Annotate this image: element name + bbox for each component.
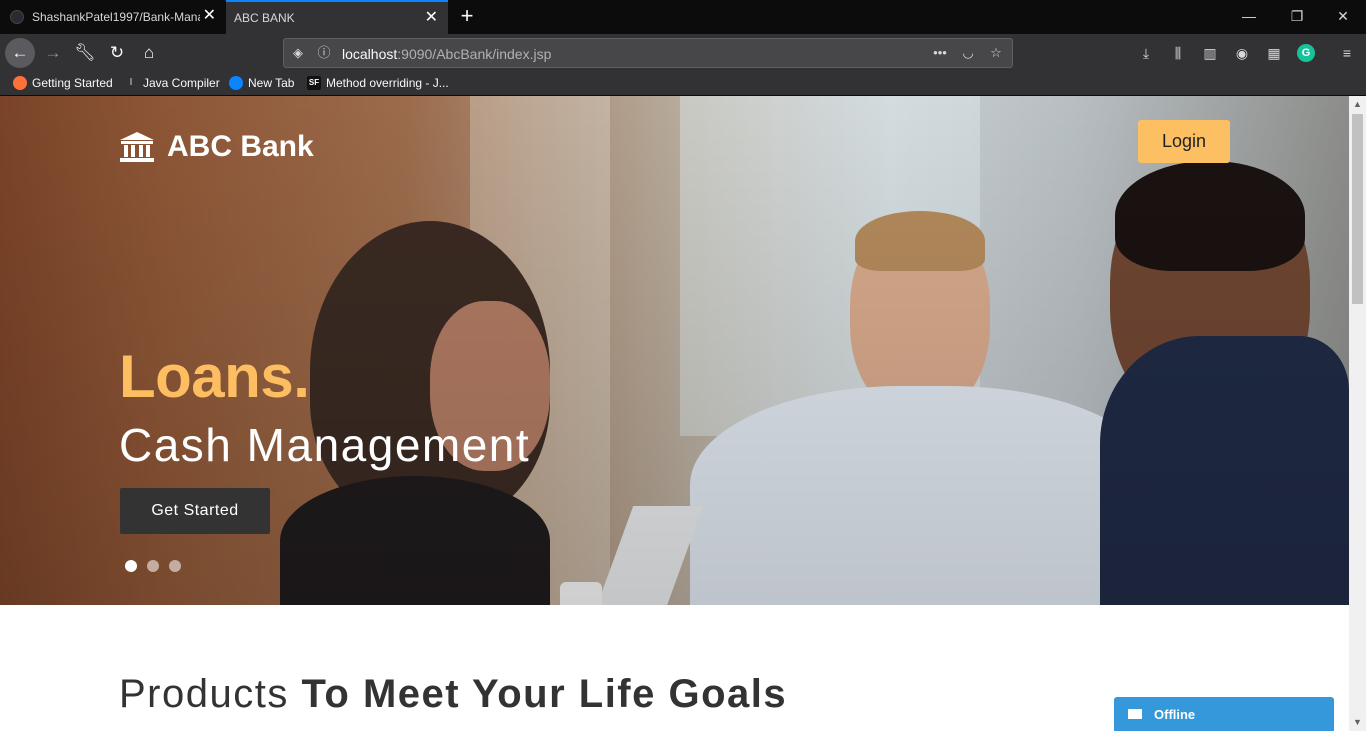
mail-icon <box>1128 709 1142 719</box>
scroll-down-icon[interactable]: ▼ <box>1349 714 1366 731</box>
hero-headline: Loans. <box>119 343 310 410</box>
download-icon[interactable]: ⤓ <box>1137 44 1155 62</box>
reload-button[interactable]: ↻ <box>102 38 132 68</box>
menu-icon[interactable]: ≡ <box>1338 44 1356 62</box>
bookmark-label: Getting Started <box>32 76 113 90</box>
firefox-icon <box>229 76 243 90</box>
tab-abc-bank[interactable]: ABC BANK ✕ <box>226 0 448 34</box>
hero-carousel: ABC Bank Login Loans. Cash Management Ge… <box>0 96 1349 605</box>
bookmark-java-compiler[interactable]: I Java Compiler <box>124 76 220 90</box>
pocket-icon[interactable]: ◡ <box>960 45 976 61</box>
get-started-button[interactable]: Get Started <box>120 488 270 534</box>
bookmarks-bar: Getting Started I Java Compiler New Tab … <box>0 72 1366 96</box>
url-text[interactable]: localhost:9090/AbcBank/index.jsp <box>342 46 551 62</box>
library-icon[interactable]: ⫼ <box>1169 44 1187 62</box>
restore-icon[interactable]: ❐ <box>1288 7 1306 25</box>
close-icon[interactable]: ✕ <box>203 8 216 24</box>
tab-bar: ShashankPatel1997/Bank-Management ✕ ABC … <box>0 0 1366 34</box>
sidebar-icon[interactable]: ▥ <box>1201 44 1219 62</box>
tab-title: ShashankPatel1997/Bank-Management <box>32 10 200 24</box>
shield-icon[interactable]: ◈ <box>290 45 306 61</box>
chat-widget[interactable]: Offline <box>1114 697 1334 731</box>
bookmark-label: New Tab <box>248 76 295 90</box>
account-icon[interactable]: ◉ <box>1233 44 1251 62</box>
carousel-dot-1[interactable] <box>125 560 137 572</box>
forward-button[interactable]: → <box>38 38 68 68</box>
bookmark-method-overriding[interactable]: SF Method overriding - J... <box>307 76 449 90</box>
chat-status: Offline <box>1154 706 1196 722</box>
window-close-icon[interactable]: ✕ <box>1334 7 1352 25</box>
github-icon <box>10 10 24 24</box>
scroll-thumb[interactable] <box>1352 114 1363 304</box>
products-heading-light: Products <box>119 672 302 716</box>
sf-icon: SF <box>307 76 321 90</box>
bookmark-getting-started[interactable]: Getting Started <box>13 76 113 90</box>
url-bar[interactable]: ◈ ⓘ localhost:9090/AbcBank/index.jsp •••… <box>283 38 1013 68</box>
bookmark-label: Method overriding - J... <box>326 76 449 90</box>
extension-icon[interactable]: ▦ <box>1265 44 1283 62</box>
bookmark-label: Java Compiler <box>143 76 220 90</box>
firefox-icon <box>13 76 27 90</box>
hero-subheadline: Cash Management <box>119 419 531 471</box>
login-button[interactable]: Login <box>1138 120 1230 163</box>
home-button[interactable]: ⌂ <box>134 38 164 68</box>
scroll-up-icon[interactable]: ▲ <box>1349 96 1366 113</box>
close-icon[interactable]: ✕ <box>425 10 438 26</box>
brand-name: ABC Bank <box>167 130 314 163</box>
more-actions-icon[interactable]: ••• <box>932 45 948 61</box>
brand-logo[interactable]: ABC Bank <box>119 130 314 164</box>
grammarly-icon[interactable]: G <box>1297 44 1315 62</box>
url-host: localhost <box>342 46 398 62</box>
bookmark-star-icon[interactable]: ☆ <box>988 45 1004 61</box>
bookmark-new-tab[interactable]: New Tab <box>229 76 294 90</box>
navigation-toolbar: ← → 🔧︎ ↻ ⌂ ◈ ⓘ localhost:9090/AbcBank/in… <box>0 34 1366 72</box>
text-cursor-icon: I <box>129 77 133 88</box>
bank-icon <box>120 132 154 162</box>
products-heading: Products To Meet Your Life Goals <box>119 672 787 717</box>
tab-github[interactable]: ShashankPatel1997/Bank-Management ✕ <box>0 0 226 34</box>
carousel-dot-2[interactable] <box>147 560 159 572</box>
new-tab-button[interactable]: + <box>456 5 478 27</box>
page-viewport: ABC Bank Login Loans. Cash Management Ge… <box>0 96 1349 731</box>
minimize-icon[interactable]: — <box>1240 7 1258 25</box>
info-icon[interactable]: ⓘ <box>316 45 332 61</box>
products-heading-bold: To Meet Your Life Goals <box>301 672 788 716</box>
wrench-icon[interactable]: 🔧︎ <box>70 38 100 68</box>
tab-title: ABC BANK <box>234 11 295 25</box>
page-scrollbar[interactable]: ▲ ▼ <box>1349 96 1366 731</box>
carousel-dot-3[interactable] <box>169 560 181 572</box>
back-button[interactable]: ← <box>5 38 35 68</box>
url-path: :9090/AbcBank/index.jsp <box>397 46 552 62</box>
